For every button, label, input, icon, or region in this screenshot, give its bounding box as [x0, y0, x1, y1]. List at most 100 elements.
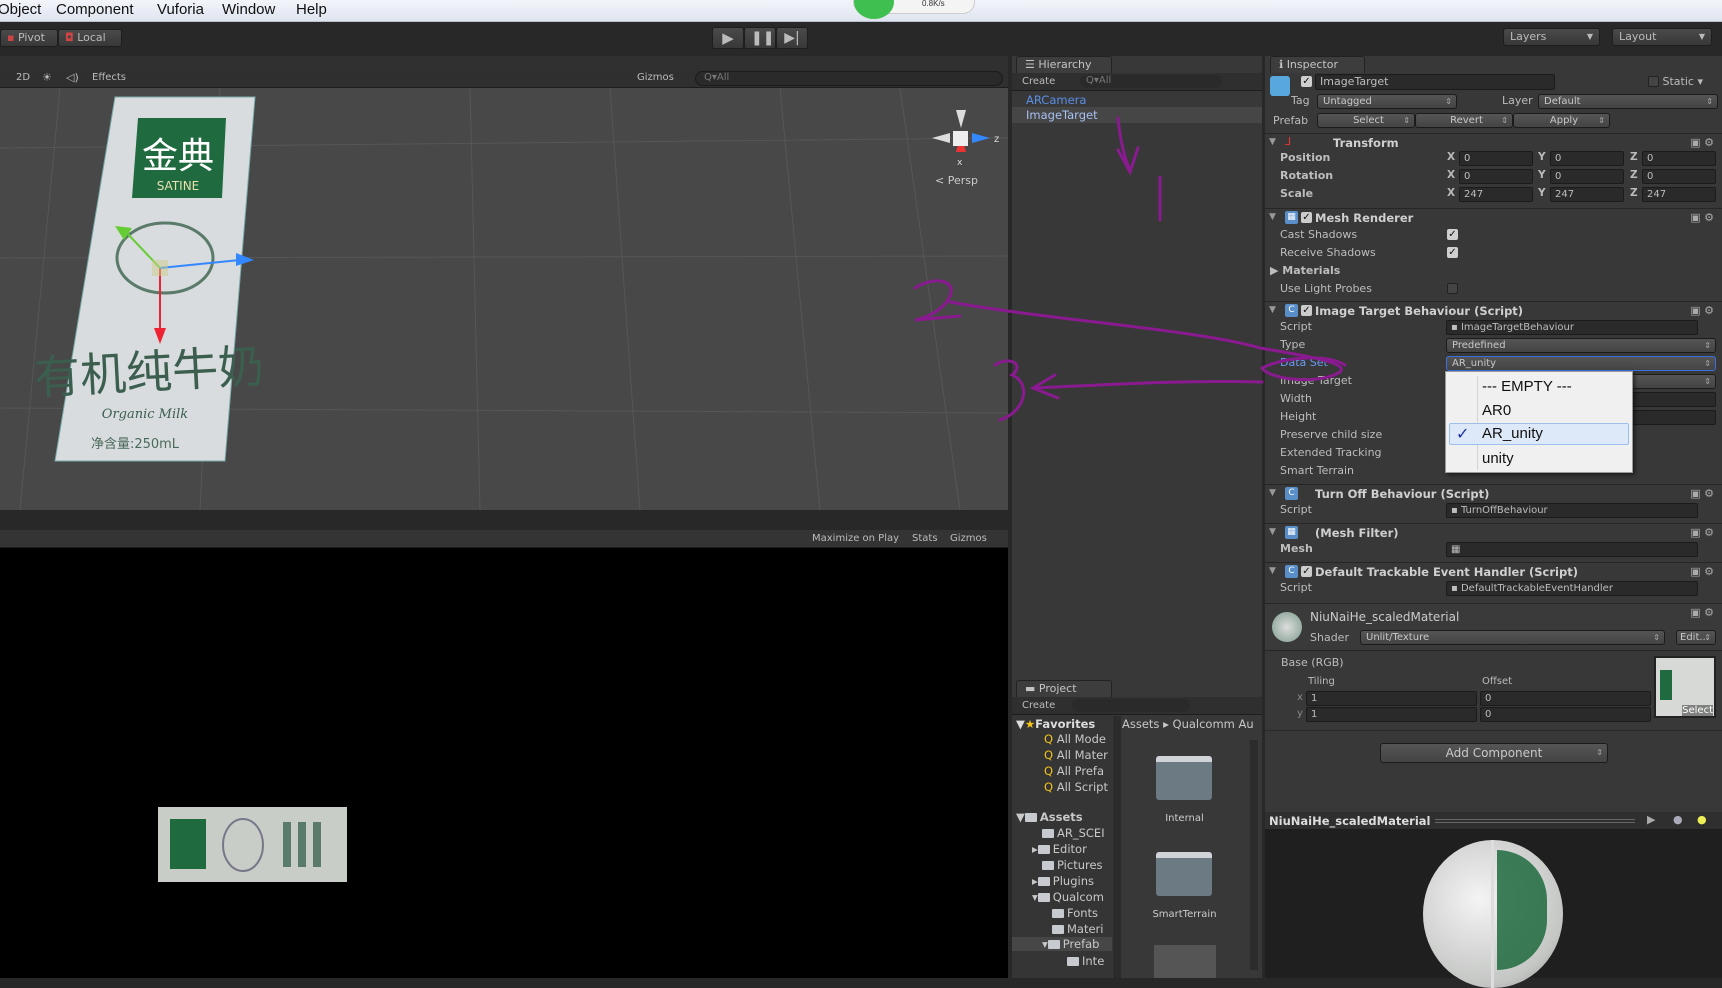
scene-canvas[interactable]: 金典 SATINE 有机纯牛奶 Organic Milk 净含量:250mL z…: [0, 88, 1008, 510]
dropdown-option-ar0[interactable]: AR0: [1482, 402, 1511, 419]
asset-folder[interactable]: Inte: [1067, 954, 1104, 968]
light-probes-checkbox[interactable]: [1447, 283, 1458, 294]
help-settings-icon[interactable]: ▣ ⚙: [1690, 211, 1714, 224]
folder-icon[interactable]: [1156, 852, 1212, 896]
prefab-revert-button[interactable]: Revert: [1415, 113, 1513, 128]
dteh-script-field[interactable]: ▪ DefaultTrackableEventHandler: [1446, 581, 1698, 596]
transform-rot-y-field[interactable]: 0: [1550, 169, 1624, 184]
breadcrumb-qualcomm[interactable]: Qualcomm Au: [1173, 717, 1254, 731]
pause-button[interactable]: ❚❚: [744, 27, 776, 49]
menu-window[interactable]: Window: [222, 1, 275, 18]
play-button[interactable]: ▶: [712, 27, 744, 49]
offset-y-field[interactable]: 0: [1480, 707, 1651, 722]
mesh-filter-header[interactable]: ▼ ▦ (Mesh Filter) ▣ ⚙: [1265, 523, 1722, 541]
asset-folder[interactable]: ▾ Qualcom: [1032, 890, 1104, 904]
preview-play-icon[interactable]: ▶: [1647, 813, 1655, 826]
favorite-item[interactable]: Q All Script: [1044, 780, 1112, 794]
asset-folder[interactable]: AR_SCEI: [1042, 826, 1105, 840]
turn-off-behaviour-header[interactable]: ▼ C Turn Off Behaviour (Script) ▣ ⚙: [1265, 484, 1722, 502]
help-settings-icon[interactable]: ▣ ⚙: [1690, 526, 1714, 539]
transform-pos-z-field[interactable]: 0: [1642, 151, 1716, 166]
active-checkbox[interactable]: ✓: [1301, 76, 1312, 87]
transform-header[interactable]: ▼ ⅃ Transform ▣ ⚙: [1265, 133, 1722, 151]
grid-scrollbar[interactable]: [1250, 740, 1258, 970]
scene-search-input[interactable]: Q▾All: [695, 71, 1003, 86]
offset-x-field[interactable]: 0: [1480, 691, 1651, 706]
hierarchy-item-arcamera[interactable]: ARCamera: [1026, 93, 1086, 107]
type-dropdown[interactable]: Predefined: [1446, 338, 1716, 353]
transform-scl-z-field[interactable]: 247: [1642, 187, 1716, 202]
hierarchy-item-imagetarget[interactable]: ImageTarget: [1012, 107, 1262, 123]
transform-rot-z-field[interactable]: 0: [1642, 169, 1716, 184]
tiling-y-field[interactable]: 1: [1306, 707, 1477, 722]
stats-toggle[interactable]: Stats: [912, 533, 938, 544]
local-button[interactable]: ◘ Local: [58, 29, 122, 47]
shader-edit-button[interactable]: Edit...: [1676, 630, 1716, 645]
menu-vuforia[interactable]: Vuforia: [157, 1, 204, 18]
asset-folder[interactable]: Fonts: [1052, 906, 1098, 920]
dropdown-option-empty[interactable]: --- EMPTY ---: [1482, 378, 1572, 395]
tag-dropdown[interactable]: Untagged: [1317, 94, 1457, 109]
data-set-dropdown[interactable]: AR_unity: [1446, 356, 1716, 371]
inspector-tab[interactable]: ℹ Inspector: [1270, 56, 1365, 73]
help-settings-icon[interactable]: ▣ ⚙: [1690, 304, 1714, 317]
receive-shadows-checkbox[interactable]: ✓: [1447, 247, 1458, 258]
shader-dropdown[interactable]: Unlit/Texture: [1360, 630, 1665, 645]
asset-folder[interactable]: ▸ Editor: [1032, 842, 1087, 856]
dropdown-option-ar-unity[interactable]: ✓ AR_unity: [1449, 423, 1629, 445]
effects-dropdown[interactable]: Effects: [92, 72, 126, 83]
folder-smartterrain-label[interactable]: SmartTerrain: [1127, 909, 1242, 920]
dteh-enabled-checkbox[interactable]: ✓: [1301, 566, 1312, 577]
texture-slot[interactable]: Select: [1654, 656, 1716, 718]
favorites-header[interactable]: ▼★Favorites: [1016, 717, 1095, 731]
transform-rot-x-field[interactable]: 0: [1459, 169, 1533, 184]
project-tab[interactable]: ▬ Project: [1016, 680, 1112, 697]
folder-icon[interactable]: [1156, 756, 1212, 800]
texture-select-button[interactable]: Select: [1682, 705, 1713, 716]
asset-folder[interactable]: Pictures: [1042, 858, 1103, 872]
asset-folder[interactable]: ▸ Plugins: [1032, 874, 1094, 888]
game-gizmos-dropdown[interactable]: Gizmos: [950, 533, 987, 544]
2d-toggle[interactable]: 2D: [16, 72, 30, 83]
assets-header[interactable]: ▼ Assets: [1016, 810, 1083, 824]
dropdown-option-unity[interactable]: unity: [1482, 450, 1514, 467]
help-settings-icon[interactable]: ▣ ⚙: [1690, 606, 1714, 619]
audio-toggle-icon[interactable]: ◁): [66, 71, 79, 84]
folder-internal-label[interactable]: Internal: [1127, 813, 1242, 824]
favorite-item[interactable]: Q All Mode: [1044, 732, 1112, 746]
preview-header[interactable]: NiuNaiHe_scaledMaterial ▶ ● ●: [1265, 812, 1722, 830]
asset-folder-selected[interactable]: ▾ Prefab: [1012, 937, 1112, 951]
object-name-input[interactable]: ImageTarget: [1315, 74, 1555, 90]
persp-label[interactable]: Persp: [948, 174, 978, 187]
prefab-apply-button[interactable]: Apply: [1513, 113, 1610, 128]
mesh-renderer-header[interactable]: ▼ ▦ ✓ Mesh Renderer ▣ ⚙: [1265, 208, 1722, 226]
tree-scrollbar[interactable]: [1113, 716, 1121, 978]
favorite-item[interactable]: Q All Mater: [1044, 748, 1112, 762]
itb-enabled-checkbox[interactable]: ✓: [1301, 305, 1312, 316]
transform-scl-x-field[interactable]: 247: [1459, 187, 1533, 202]
material-preview[interactable]: [1265, 830, 1722, 988]
asset-thumbnail[interactable]: [1154, 945, 1216, 978]
asset-folder[interactable]: Materi: [1052, 922, 1103, 936]
layer-dropdown[interactable]: Default: [1538, 94, 1718, 109]
preview-sphere-icon[interactable]: ●: [1673, 813, 1683, 826]
favorite-item[interactable]: Q All Prefa: [1044, 764, 1112, 778]
cast-shadows-checkbox[interactable]: ✓: [1447, 229, 1458, 240]
help-settings-icon[interactable]: ▣ ⚙: [1690, 136, 1714, 149]
maximize-on-play-toggle[interactable]: Maximize on Play: [812, 533, 899, 544]
layout-dropdown[interactable]: Layout ▼: [1612, 28, 1712, 46]
menu-component[interactable]: Component: [56, 1, 134, 18]
turn-off-script-field[interactable]: ▪ TurnOffBehaviour: [1446, 503, 1698, 518]
mesh-renderer-enabled-checkbox[interactable]: ✓: [1301, 212, 1312, 223]
mesh-field[interactable]: ▦: [1446, 542, 1698, 557]
hierarchy-create-button[interactable]: Create: [1022, 76, 1055, 87]
help-settings-icon[interactable]: ▣ ⚙: [1690, 487, 1714, 500]
prefab-select-button[interactable]: Select: [1317, 113, 1415, 128]
transform-pos-y-field[interactable]: 0: [1550, 151, 1624, 166]
menu-object[interactable]: Object: [0, 1, 41, 18]
lighting-toggle-icon[interactable]: ☀: [42, 71, 52, 84]
add-component-button[interactable]: Add Component: [1380, 743, 1608, 763]
transform-pos-x-field[interactable]: 0: [1459, 151, 1533, 166]
menu-help[interactable]: Help: [296, 1, 327, 18]
project-create-button[interactable]: Create: [1022, 700, 1055, 711]
